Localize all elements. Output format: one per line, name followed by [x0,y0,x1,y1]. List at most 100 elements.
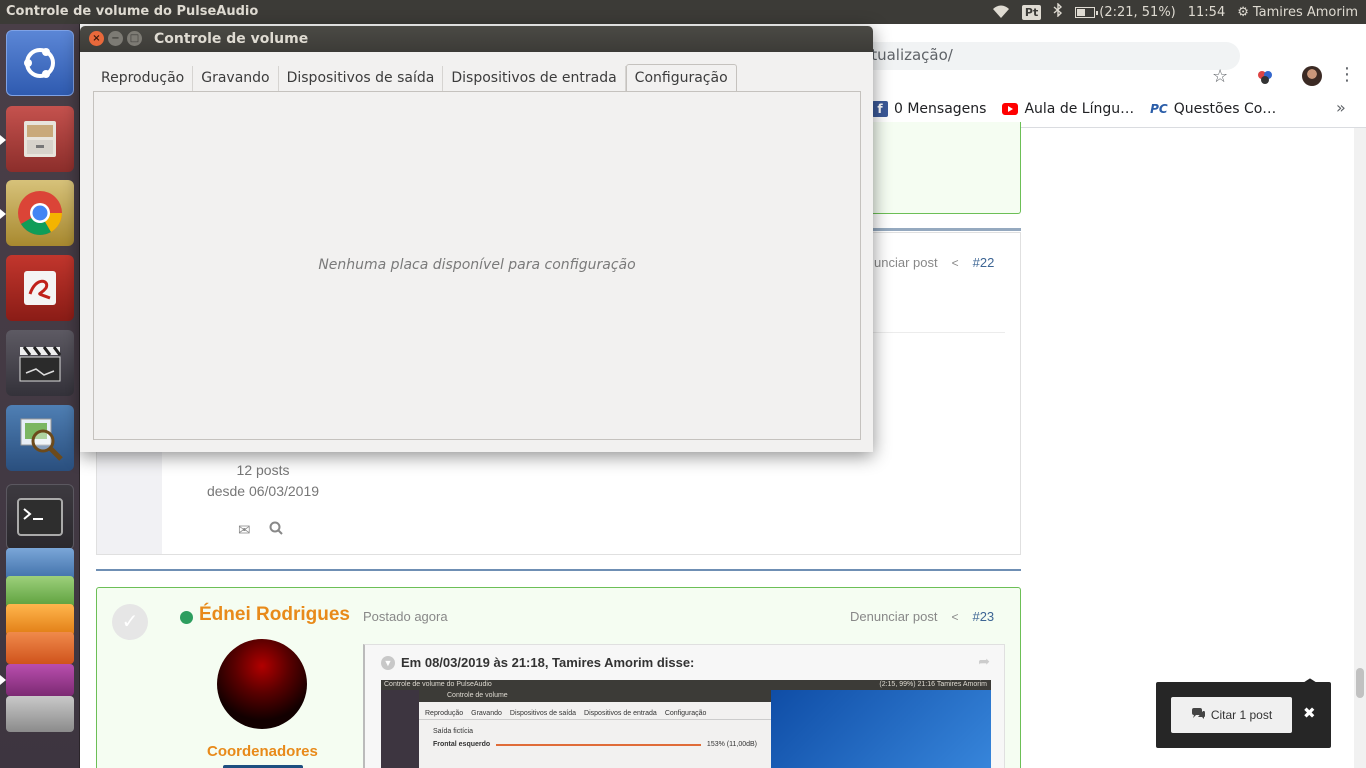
quoted-tab: Gravando [471,710,502,717]
quoted-window: Controle de volume Reprodução Gravando D… [419,690,771,768]
tab-recording[interactable]: Gravando [193,66,279,92]
author-actions: ✉ [238,521,283,539]
session-menu[interactable]: ⚙ Tamires Amorim [1237,5,1358,20]
quoted-launcher [381,690,419,768]
online-status-icon [180,611,193,624]
envelope-icon[interactable]: ✉ [238,521,251,539]
ubuntu-dash-launcher[interactable] [6,30,74,96]
quote-selected-button[interactable]: Citar 1 post [1171,697,1292,733]
quoted-window-title: Controle de volume [419,690,771,702]
bookmark-label: Questões Co… [1173,101,1277,117]
dialog-titlebar[interactable]: × − □ Controle de volume [80,26,873,52]
minimize-window-button[interactable]: − [108,31,123,46]
configuration-panel: Nenhuma placa disponível para configuraç… [93,91,861,440]
launcher [0,24,80,768]
address-bar[interactable]: atualização/ [860,42,1240,70]
posted-time: Postado agora [363,609,448,624]
bookmark-star-icon[interactable]: ☆ [1212,66,1228,87]
tab-configuration[interactable]: Configuração [625,64,737,93]
terminal-launcher[interactable] [6,484,74,550]
report-post-link[interactable]: unciar post [874,255,938,270]
bookmark-label: 0 Mensagens [894,101,987,117]
post-separator [96,569,1021,571]
files-launcher[interactable] [0,106,74,172]
youtube-icon [1002,103,1019,115]
post-meta: unciar post < #22 [874,255,994,270]
quoted-tab: Reprodução [425,710,464,717]
multiquote-popup: Citar 1 post ✖ [1156,682,1331,748]
clapperboard-icon [19,346,62,382]
pc-icon: PC [1150,102,1168,116]
quoted-device-name: Saída fictícia [433,728,474,735]
post-meta: Denunciar post < #23 [850,609,994,624]
check-icon[interactable]: ✓ [112,604,148,640]
share-icon[interactable]: < [952,256,959,270]
post-number[interactable]: #22 [973,255,995,270]
bookmark-item[interactable]: Aula de Língu… [1002,101,1134,117]
bookmark-label: Aula de Língu… [1024,101,1135,117]
ubuntu-logo-icon [24,48,55,78]
close-icon[interactable]: ✖ [1303,704,1316,722]
wifi-icon[interactable] [992,5,1010,19]
scrollbar-thumb[interactable] [1356,668,1364,698]
bookmarks-bar: f 0 Mensagens Aula de Língu… PC Questões… [872,96,1276,122]
author-post-count: 12 posts [236,462,290,478]
volume-control-dialog: × − □ Controle de volume Reprodução Grav… [80,26,873,452]
author-name[interactable]: Édnei Rodrigues [199,604,350,626]
close-window-button[interactable]: × [89,31,104,46]
bookmark-item[interactable]: f 0 Mensagens [872,101,986,117]
more-bookmarks-button[interactable]: » [1336,98,1346,117]
video-editor-launcher[interactable] [6,330,74,396]
facebook-icon: f [872,101,888,117]
tab-output-devices[interactable]: Dispositivos de saída [279,66,444,92]
avatar[interactable] [217,639,307,729]
author-since: desde 06/03/2019 [206,483,320,499]
quoted-top-right: (2:15, 99%) 21:16 Tamires Amorim [879,681,987,688]
quote-share-icon[interactable]: ➦ [978,653,990,670]
quoted-channel-row: Frontal esquerdo 153% (11,00dB) [419,737,771,752]
author-group: Coordenadores [207,743,318,760]
gear-icon: ⚙ [1237,4,1249,20]
page-scrollbar[interactable] [1354,128,1366,768]
search-icon[interactable] [269,521,283,539]
terminal-icon [17,498,63,536]
post-number[interactable]: #23 [972,609,994,624]
profile-avatar[interactable] [1302,66,1322,86]
file-cabinet-icon [24,121,56,157]
top-panel: Controle de volume do PulseAudio Pt (2:2… [0,0,1366,24]
battery-indicator[interactable]: (2:21, 51%) [1075,5,1176,20]
trash-launcher[interactable] [6,696,74,732]
quote-header: ▼ Em 08/03/2019 às 21:18, Tamires Amorim… [381,655,694,670]
quoted-tab: Configuração [664,710,707,717]
software-center-launcher[interactable] [6,632,74,664]
clock[interactable]: 11:54 [1188,5,1225,20]
tab-input-devices[interactable]: Dispositivos de entrada [443,66,626,92]
text-editor-icon [24,271,56,305]
magnifier-image-icon [20,418,63,461]
quoted-tab: Dispositivos de entrada [584,710,657,717]
dialog-tabs: Reprodução Gravando Dispositivos de saíd… [93,64,737,93]
bluetooth-icon[interactable] [1053,2,1063,21]
bookmark-item[interactable]: PC Questões Co… [1150,101,1276,117]
maximize-window-button[interactable]: □ [127,31,142,46]
user-name: Tamires Amorim [1252,4,1358,20]
keyboard-layout-indicator[interactable]: Pt [1021,4,1042,20]
more-menu-icon[interactable]: ⋮ [1338,64,1356,85]
empty-state-message: Nenhuma placa disponível para configuraç… [318,257,636,273]
quoted-screenshot[interactable]: Controle de volume do PulseAudio (2:15, … [381,680,991,768]
comments-icon [1191,707,1205,723]
settings-launcher[interactable] [0,664,74,696]
share-icon[interactable]: < [951,610,958,624]
quoted-tab: Dispositivos de saída [509,710,577,717]
tab-playback[interactable]: Reprodução [93,66,194,92]
chevron-down-icon[interactable]: ▼ [381,655,395,670]
chrome-icon [18,191,62,235]
indicator-area: Pt (2:21, 51%) 11:54 ⚙ Tamires Amorim [992,0,1358,24]
text-editor-launcher[interactable] [6,255,74,321]
report-post-link[interactable]: Denunciar post [850,609,937,624]
image-viewer-launcher[interactable] [6,405,74,471]
quoted-volume-slider [496,743,701,746]
quoted-tabs: Reprodução Gravando Dispositivos de saíd… [419,702,771,720]
extension-icon[interactable] [1256,68,1274,86]
chrome-launcher[interactable] [0,180,74,246]
